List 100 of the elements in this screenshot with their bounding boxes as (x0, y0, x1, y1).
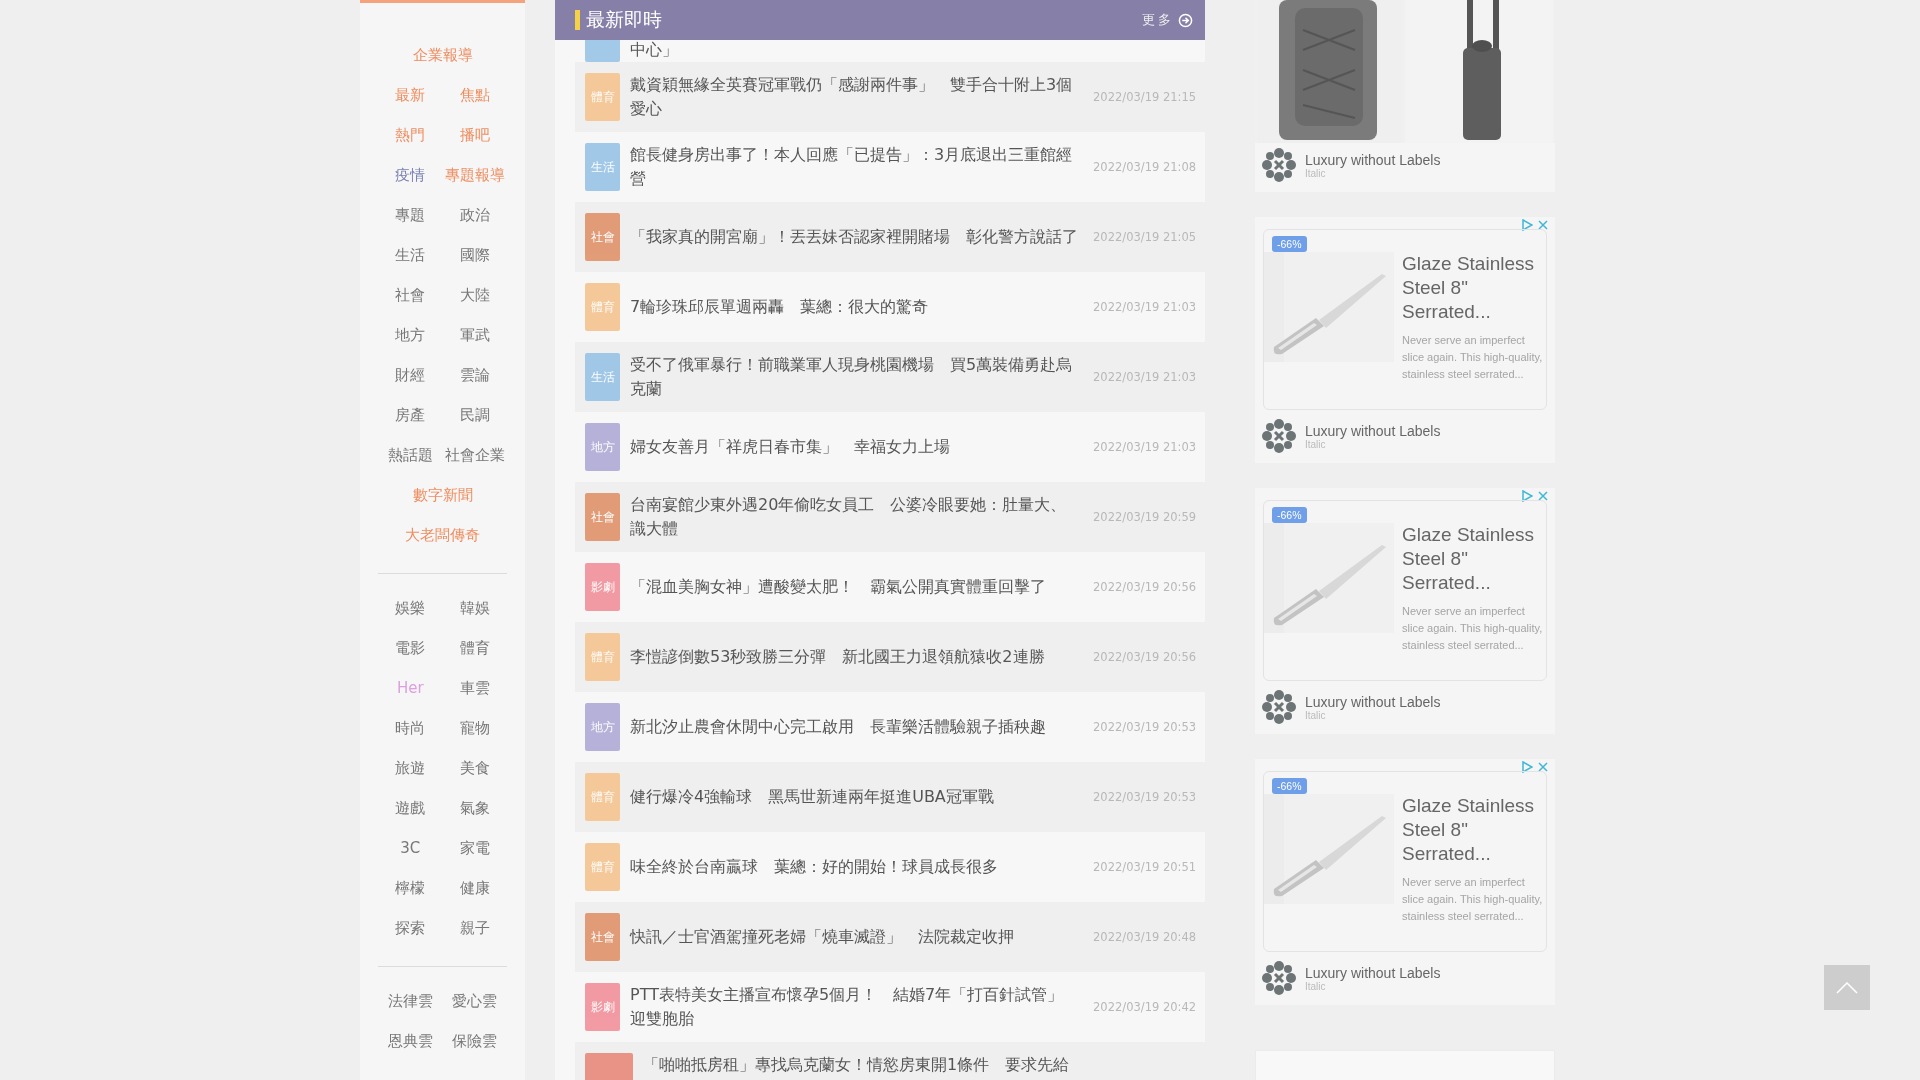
category-link[interactable]: 生活 (378, 235, 443, 275)
category-link[interactable]: 焦點 (442, 75, 507, 115)
category-link[interactable]: 企業報導 (378, 35, 507, 75)
news-headline[interactable]: 受不了俄軍暴行！前職業軍人現身桃園機場 買5萬裝備勇赴烏克蘭 (630, 353, 1079, 401)
advertiser-name: Luxury without Labels (1305, 151, 1441, 168)
category-link[interactable]: 檸檬 (378, 868, 443, 908)
category-link[interactable]: 財經 (378, 355, 443, 395)
ad-description: Never serve an imperfect slice again. This high-quality, stainless steel serrated... (1402, 604, 1544, 653)
category-link[interactable]: 3C (378, 828, 443, 868)
news-time: 2022/03/19 20:56 (1093, 580, 1198, 594)
section-title: 最新即時 (575, 7, 662, 33)
news-headline[interactable]: 健行爆冷4強輸球 黑馬世新連兩年挺進UBA冠軍戰 (630, 785, 1079, 809)
category-link[interactable]: 旅遊 (378, 748, 443, 788)
category-badge: 體育 (585, 773, 620, 821)
category-link[interactable]: 政治 (442, 195, 507, 235)
category-link[interactable]: 民調 (442, 395, 507, 435)
news-headline[interactable]: PTT表特美女主播宣布懷孕5個月！ 結婚7年「打百針試管」迎雙胞胎 (630, 983, 1079, 1031)
category-link[interactable]: 地方 (378, 315, 443, 355)
news-headline[interactable]: 快訊／士官酒駕撞死老婦「燒車滅證」 法院裁定收押 (630, 925, 1079, 949)
ad-description: Never serve an imperfect slice again. This high-quality, stainless steel serrated... (1402, 875, 1544, 924)
category-badge: 體育 (585, 283, 620, 331)
category-link[interactable]: 愛心雲 (442, 981, 507, 1021)
category-link[interactable]: 大陸 (442, 275, 507, 315)
category-link[interactable]: 遊戲 (378, 788, 443, 828)
ad-title[interactable]: Glaze Stainless Steel 8" Serrated... (1402, 252, 1542, 324)
category-badge: 影劇 (585, 563, 620, 611)
ad-choices-icon[interactable] (1521, 761, 1533, 773)
news-headline[interactable]: 戴資穎無緣全英賽冠軍戰仍「感謝兩件事」 雙手合十附上3個愛心 (630, 73, 1079, 121)
category-badge: 社會 (585, 493, 620, 541)
category-link[interactable]: 體育 (442, 628, 507, 668)
category-link[interactable]: 社會 (378, 275, 443, 315)
category-link[interactable]: 美食 (442, 748, 507, 788)
category-link[interactable]: 韓娛 (442, 588, 507, 628)
news-headline[interactable]: 李愷諺倒數53秒致勝三分彈 新北國王力退領航猿收2連勝 (630, 645, 1079, 669)
news-headline[interactable]: 新北汐止農會休閒中心完工啟用 長輩樂活體驗親子插秧趣 (630, 715, 1079, 739)
category-link[interactable]: 熱門 (378, 115, 443, 155)
news-time: 2022/03/19 20:51 (1093, 860, 1198, 874)
news-headline[interactable]: 中心」 (630, 40, 1191, 62)
category-badge: 體育 (585, 843, 620, 891)
category-link[interactable]: 專題報導 (442, 155, 507, 195)
category-link[interactable]: 雲論 (442, 355, 507, 395)
category-link[interactable]: 探索 (378, 908, 443, 948)
category-badge: 體育 (585, 633, 620, 681)
news-headline[interactable]: 「混血美胸女神」遭酸變太肥！ 霸氣公開真實體重回擊了 (630, 575, 1079, 599)
news-time: 2022/03/19 21:08 (1093, 160, 1198, 174)
category-link[interactable]: 寵物 (442, 708, 507, 748)
brand-logo-icon (1261, 418, 1297, 454)
category-badge: 生活 (585, 353, 620, 401)
category-link[interactable]: 社會企業 (442, 435, 507, 475)
category-badge: 體育 (585, 73, 620, 121)
news-headline[interactable]: 7輪珍珠邱辰單週兩轟 葉總：很大的驚奇 (630, 295, 1079, 319)
news-headline[interactable]: 婦女友善月「祥虎日春市集」 幸福女力上場 (630, 435, 1079, 459)
advertiser-name: Luxury without Labels (1305, 693, 1441, 710)
category-link[interactable]: 大老闆傳奇 (378, 515, 507, 555)
category-link[interactable]: 最新 (378, 75, 443, 115)
arrow-circle-icon (1178, 12, 1193, 28)
category-link[interactable]: 法律雲 (378, 981, 443, 1021)
category-link[interactable]: 軍武 (442, 315, 507, 355)
category-link[interactable]: 國際 (442, 235, 507, 275)
category-link[interactable]: 家電 (442, 828, 507, 868)
category-link[interactable]: 恩典雲 (378, 1021, 443, 1061)
news-headline[interactable]: 館長健身房出事了！本人回應「已提告」：3月底退出三重館經營 (630, 143, 1079, 191)
ad-card[interactable]: -66% Glaze Stainless Steel 8" Serrated... Never serve an imperfect slice again. This high-quality, stainless steel serrated... (1263, 771, 1547, 952)
discount-badge: -66% (1272, 507, 1307, 523)
category-link[interactable]: 電影 (378, 628, 443, 668)
ad-card[interactable]: -66% Glaze Stainless Steel 8" Serrated... Never serve an imperfect slice again. This high-quality, stainless steel serrated... (1263, 500, 1547, 681)
ad-title[interactable]: Glaze Stainless Steel 8" Serrated... (1402, 523, 1542, 595)
news-headline[interactable]: 「我家真的開宮廟」！丟丟妹否認家裡開賭場 彰化警方說話了 (630, 225, 1079, 249)
more-link[interactable]: 更多 (1142, 11, 1193, 29)
close-icon[interactable] (1537, 219, 1549, 231)
category-link[interactable]: 疫情 (378, 155, 443, 195)
category-link[interactable]: 保險雲 (442, 1021, 507, 1061)
close-icon[interactable] (1537, 490, 1549, 502)
news-headline[interactable]: 台南宴館少東外遇20年偷吃女員工 公婆冷眼要她：肚量大、識大體 (630, 493, 1079, 541)
ad-choices-icon[interactable] (1521, 490, 1533, 502)
news-headline[interactable]: 味全終於台南贏球 葉總：好的開始！球員成長很多 (630, 855, 1079, 879)
brand-logo-icon (1261, 960, 1297, 996)
brand-logo-icon (1261, 147, 1297, 183)
category-link[interactable]: 娛樂 (378, 588, 443, 628)
ad-choices-icon[interactable] (1521, 219, 1533, 231)
category-link[interactable]: 數字新聞 (378, 475, 507, 515)
category-link[interactable]: 時尚 (378, 708, 443, 748)
category-link[interactable]: 播吧 (442, 115, 507, 155)
category-badge: 地方 (585, 423, 620, 471)
category-link[interactable]: 車雲 (442, 668, 507, 708)
category-link[interactable]: 親子 (442, 908, 507, 948)
category-link[interactable]: 房產 (378, 395, 443, 435)
category-badge: 地方 (585, 703, 620, 751)
ad-card[interactable]: -66% Glaze Stainless Steel 8" Serrated... Never serve an imperfect slice again. This high-quality, stainless steel serrated... (1263, 229, 1547, 410)
close-icon[interactable] (1537, 761, 1549, 773)
category-badge: 社會 (585, 213, 620, 261)
category-badge: 影劇 (585, 983, 620, 1031)
chevron-up-icon (1836, 981, 1858, 994)
category-link[interactable]: 氣象 (442, 788, 507, 828)
category-link[interactable]: 熱話題 (378, 435, 443, 475)
ad-title[interactable]: Glaze Stainless Steel 8" Serrated... (1402, 794, 1542, 866)
back-to-top-button[interactable] (1824, 965, 1870, 1010)
news-time: 2022/03/19 21:03 (1093, 300, 1198, 314)
category-link[interactable]: 健康 (442, 868, 507, 908)
category-link[interactable]: 專題 (378, 195, 443, 235)
